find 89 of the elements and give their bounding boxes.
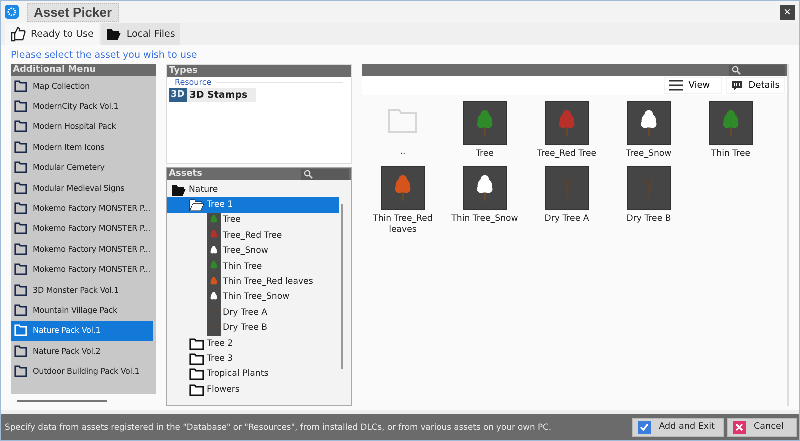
asset-tile[interactable]: Dry Tree B bbox=[608, 166, 690, 236]
speech-bubble-icon bbox=[730, 80, 743, 92]
tree-item[interactable]: Tree 2 bbox=[167, 336, 339, 352]
tree-item[interactable]: Tree 1 bbox=[167, 197, 339, 213]
tree-item[interactable]: Tree 3 bbox=[167, 351, 339, 367]
menu-item[interactable]: Mokemo Factory MONSTER P... bbox=[11, 239, 153, 260]
view-button[interactable]: View bbox=[664, 77, 722, 94]
folder-icon bbox=[171, 182, 187, 197]
scrollbar[interactable] bbox=[17, 400, 107, 402]
tree-item[interactable]: Tree_Snow bbox=[167, 244, 339, 259]
type-badge: 3D bbox=[169, 88, 187, 102]
thumbs-up-icon bbox=[10, 26, 26, 42]
tree-item[interactable]: Tree bbox=[167, 212, 339, 228]
folder-icon bbox=[189, 382, 205, 397]
scrollbar[interactable] bbox=[341, 204, 343, 369]
folder-icon bbox=[189, 367, 205, 382]
folder-icon bbox=[14, 263, 28, 276]
folder-icon bbox=[14, 365, 28, 378]
asset-tile[interactable]: Tree_Snow bbox=[608, 101, 690, 160]
menu-item[interactable]: Mokemo Factory MONSTER P... bbox=[11, 218, 153, 240]
menu-item[interactable]: Modular Medieval Signs bbox=[11, 178, 153, 198]
cancel-button[interactable]: Cancel bbox=[727, 418, 797, 436]
folder-icon bbox=[106, 27, 122, 41]
folder-icon bbox=[189, 352, 205, 366]
tree-item[interactable]: Flowers bbox=[167, 382, 339, 398]
folder-icon bbox=[14, 284, 28, 297]
search-icon bbox=[732, 66, 741, 74]
menu-item[interactable]: Modular Cemetery bbox=[11, 158, 153, 178]
tree-item[interactable]: Tropical Plants bbox=[167, 366, 339, 382]
folder-icon bbox=[14, 344, 28, 358]
group-label: Resource bbox=[175, 78, 212, 87]
folder-icon bbox=[14, 324, 28, 338]
add-and-exit-button[interactable]: Add and Exit bbox=[632, 418, 724, 436]
close-button[interactable]: × bbox=[780, 4, 795, 20]
folder-icon bbox=[14, 222, 28, 236]
folder-icon bbox=[14, 202, 28, 216]
instruction-text: Please select the asset you wish to use bbox=[11, 49, 198, 63]
menu-item[interactable]: Mountain Village Pack bbox=[11, 300, 153, 321]
tree-item[interactable]: Dry Tree A bbox=[167, 305, 339, 321]
tree-item[interactable]: Thin Tree bbox=[167, 258, 339, 274]
panel-header: Types bbox=[167, 65, 351, 77]
menu-icon bbox=[668, 80, 683, 91]
folder-icon bbox=[189, 336, 205, 351]
folder-icon bbox=[14, 304, 28, 317]
folder-icon bbox=[14, 242, 28, 256]
folder-icon bbox=[388, 109, 418, 134]
close-icon bbox=[733, 420, 746, 434]
tree-item[interactable]: Tree_Red Tree bbox=[167, 228, 339, 244]
folder-icon bbox=[14, 161, 28, 174]
menu-item[interactable]: Mokemo Factory MONSTER P... bbox=[11, 260, 153, 280]
asset-tile[interactable]: Thin Tree_Red leaves bbox=[362, 166, 444, 236]
tree-item[interactable]: Nature bbox=[167, 182, 339, 198]
menu-item[interactable]: ModernCity Pack Vol.1 bbox=[11, 96, 153, 117]
asset-tile[interactable]: .. bbox=[362, 101, 444, 160]
menu-item[interactable]: Nature Pack Vol.1 bbox=[11, 320, 153, 342]
tree-item[interactable]: Dry Tree B bbox=[167, 320, 339, 336]
type-item[interactable]: 3D 3D Stamps bbox=[169, 88, 256, 102]
menu-item[interactable]: Nature Pack Vol.2 bbox=[11, 341, 153, 362]
panel-header: Additional Menu bbox=[11, 64, 156, 76]
folder-icon bbox=[189, 198, 205, 212]
tree-item[interactable]: Thin Tree_Red leaves bbox=[167, 274, 339, 290]
menu-item[interactable]: Map Collection bbox=[11, 76, 153, 96]
asset-tile[interactable]: Thin Tree_Snow bbox=[444, 166, 526, 236]
folder-icon bbox=[14, 182, 28, 195]
status-text: Specify data from assets registered in the "Database" or "Resources", from installed DLCs, or from various assets on your own PC. bbox=[5, 422, 552, 432]
panel-header: Assets bbox=[169, 168, 202, 180]
asset-tile[interactable]: Dry Tree A bbox=[526, 166, 608, 236]
search-field[interactable] bbox=[729, 64, 785, 76]
window-title: Asset Picker bbox=[27, 2, 120, 22]
search-icon bbox=[304, 170, 313, 178]
folder-icon bbox=[14, 120, 28, 134]
tab[interactable]: Local Files bbox=[100, 23, 180, 45]
menu-item[interactable]: 3D Monster Pack Vol.1 bbox=[11, 280, 153, 300]
asset-tile[interactable]: Tree_Red Tree bbox=[526, 101, 608, 160]
menu-item[interactable]: Modern Hospital Pack bbox=[11, 116, 153, 138]
menu-item[interactable]: Modern Item Icons bbox=[11, 137, 153, 158]
search-field[interactable] bbox=[301, 168, 349, 180]
tab[interactable]: Ready to Use bbox=[5, 23, 99, 45]
app-icon bbox=[5, 5, 19, 19]
folder-icon bbox=[14, 80, 28, 93]
details-button[interactable]: Details bbox=[726, 77, 785, 94]
menu-item[interactable]: Outdoor Building Pack Vol.1 bbox=[11, 361, 153, 382]
menu-item[interactable]: Mokemo Factory MONSTER P... bbox=[11, 198, 153, 219]
folder-icon bbox=[14, 140, 28, 154]
folder-icon bbox=[14, 100, 28, 114]
asset-tile[interactable]: Thin Tree bbox=[690, 101, 772, 160]
asset-tile[interactable]: Tree bbox=[444, 101, 526, 160]
checkmark-icon bbox=[638, 420, 652, 434]
tree-item[interactable]: Thin Tree_Snow bbox=[167, 290, 339, 306]
